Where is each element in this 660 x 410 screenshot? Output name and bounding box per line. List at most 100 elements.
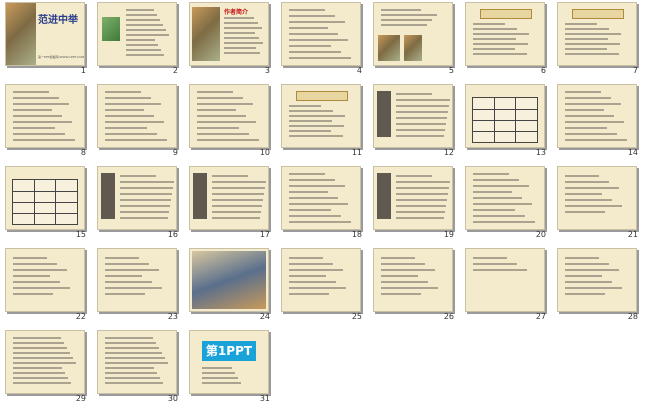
- text-line: [212, 217, 260, 219]
- slide-thumbnail[interactable]: 作者简介: [189, 2, 269, 66]
- slide-thumbnail[interactable]: 第1PPT: [189, 330, 269, 394]
- slide-thumbnail-cell: 27: [460, 246, 548, 325]
- text-line: [13, 109, 52, 111]
- text-line: [105, 352, 162, 354]
- text-line: [381, 14, 437, 16]
- text-line: [105, 281, 152, 283]
- slide-number: 16: [167, 230, 178, 239]
- slide-thumbnail[interactable]: [97, 2, 177, 66]
- slide-thumbnail[interactable]: [5, 248, 85, 312]
- slide-thumbnail[interactable]: [557, 248, 637, 312]
- text-line: [120, 217, 168, 219]
- slide-thumbnail[interactable]: [5, 84, 85, 148]
- slide-thumbnail[interactable]: [97, 166, 177, 230]
- slide-number: 10: [259, 148, 270, 157]
- slide-number: 14: [627, 148, 638, 157]
- slide-thumbnail[interactable]: [281, 84, 361, 148]
- slide-number: 27: [535, 312, 546, 321]
- text-line: [565, 293, 605, 295]
- slide-thumbnail[interactable]: [557, 166, 637, 230]
- text-line: [13, 377, 68, 379]
- slide-number: 11: [351, 148, 362, 157]
- text-line: [105, 337, 153, 339]
- text-line: [13, 115, 62, 117]
- text-line: [105, 362, 168, 364]
- slide-thumbnail-cell: 14: [552, 82, 640, 161]
- text-line: [120, 181, 174, 183]
- text-line: [197, 115, 246, 117]
- text-line: [473, 173, 509, 175]
- slide-thumbnail-cell: 22: [0, 246, 88, 325]
- text-line: [473, 191, 512, 193]
- slide-thumbnail[interactable]: [281, 166, 361, 230]
- text-line: [224, 17, 254, 19]
- text-line: [13, 127, 55, 129]
- text-line: [565, 205, 622, 207]
- text-line: [13, 263, 57, 265]
- text-line: [120, 205, 170, 207]
- text-line: [473, 38, 516, 40]
- slide-thumbnail[interactable]: [97, 84, 177, 148]
- text-line: [473, 221, 535, 223]
- text-line: [224, 22, 258, 24]
- slide-thumbnail[interactable]: [465, 84, 545, 148]
- slide-thumbnail-cell: 作者简介 3: [184, 0, 272, 79]
- slide-thumbnail-cell: 5: [368, 0, 456, 79]
- text-line: [126, 39, 155, 41]
- slide-thumbnail[interactable]: [465, 166, 545, 230]
- slide-thumbnail[interactable]: 范进中举 第一PPT模板网-WWW.1PPT.COM: [5, 2, 85, 66]
- slide-number: 9: [172, 148, 178, 157]
- slide-thumbnail[interactable]: [281, 2, 361, 66]
- slide-thumbnail[interactable]: [557, 84, 637, 148]
- text-line: [126, 54, 164, 56]
- text-line: [289, 105, 321, 107]
- text-line: [13, 337, 61, 339]
- slide-thumbnail[interactable]: [557, 2, 637, 66]
- text-line: [473, 257, 507, 259]
- slide-thumbnail[interactable]: [97, 248, 177, 312]
- slide-thumbnail[interactable]: [5, 166, 85, 230]
- slide-caption: 第一PPT模板网-WWW.1PPT.COM: [38, 55, 85, 59]
- text-line: [212, 187, 265, 189]
- slide-thumbnail[interactable]: [189, 166, 269, 230]
- text-line: [13, 91, 49, 93]
- text-line: [212, 181, 266, 183]
- slide-thumbnail[interactable]: [465, 248, 545, 312]
- slide-thumbnail-cell: 4: [276, 0, 364, 79]
- text-line: [13, 257, 47, 259]
- text-line: [105, 115, 154, 117]
- vertical-heading-block: [193, 173, 207, 219]
- text-line: [565, 175, 599, 177]
- text-line: [473, 179, 519, 181]
- slide-thumbnail[interactable]: [281, 248, 361, 312]
- slide-thumbnail[interactable]: [373, 84, 453, 148]
- slide-thumbnail[interactable]: [97, 330, 177, 394]
- slide-number: 25: [351, 312, 362, 321]
- slide-thumbnail[interactable]: [5, 330, 85, 394]
- text-line: [565, 43, 620, 45]
- content-table: [12, 179, 78, 225]
- text-line: [126, 44, 158, 46]
- slide-thumbnail[interactable]: [373, 166, 453, 230]
- slide-thumbnail[interactable]: [373, 248, 453, 312]
- text-line: [289, 120, 332, 122]
- slide-thumbnail[interactable]: [465, 2, 545, 66]
- slide-thumbnail[interactable]: [373, 2, 453, 66]
- slide-thumbnail-cell: 29: [0, 328, 88, 407]
- slide-number: 21: [627, 230, 638, 239]
- slide-thumbnail[interactable]: [189, 84, 269, 148]
- text-line: [565, 28, 609, 30]
- slide-thumbnail-cell: 6: [460, 0, 548, 79]
- text-line: [126, 34, 169, 36]
- text-line: [396, 105, 449, 107]
- slide-thumbnail[interactable]: [189, 248, 269, 312]
- text-line: [105, 263, 149, 265]
- text-line: [13, 133, 65, 135]
- text-line: [126, 29, 166, 31]
- text-line: [473, 209, 515, 211]
- text-line: [289, 203, 348, 205]
- text-line: [289, 27, 328, 29]
- text-line: [396, 111, 448, 113]
- slide-thumbnail-cell: 26: [368, 246, 456, 325]
- text-line: [13, 139, 75, 141]
